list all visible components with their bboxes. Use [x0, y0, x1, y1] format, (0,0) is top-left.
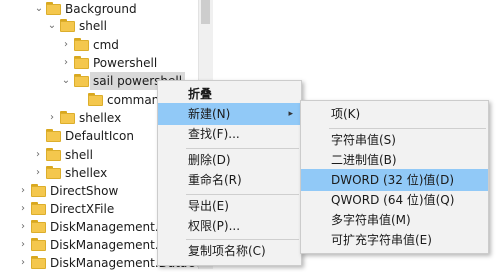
tree-item-label: Powershell [93, 56, 158, 70]
chevron-down-icon[interactable]: ⌄ [47, 17, 57, 35]
chevron-right-icon[interactable]: › [18, 200, 28, 218]
chevron-right-icon[interactable]: › [47, 109, 57, 127]
tree-item-label: DiskManagement.Co [50, 238, 175, 252]
folder-icon [60, 111, 76, 125]
submenu-item-qword-value[interactable]: QWORD (64 位)值(Q) [301, 189, 488, 211]
folder-icon [46, 2, 62, 16]
menu-item-new[interactable]: 新建(N) ▸ [158, 103, 301, 125]
folder-icon [31, 220, 47, 234]
submenu-item-string-value[interactable]: 字符串值(S) [301, 129, 488, 151]
chevron-right-icon[interactable]: › [18, 236, 28, 254]
folder-icon [31, 202, 47, 216]
menu-item-export[interactable]: 导出(E) [158, 195, 301, 217]
folder-icon [74, 56, 90, 70]
tree-item-label: DiskManagement.Co [50, 220, 175, 234]
menu-item-find[interactable]: 查找(F)... [158, 123, 301, 145]
submenu-item-dword-value[interactable]: DWORD (32 位)值(D) [301, 169, 488, 191]
tree-item-label: shellex [79, 111, 122, 125]
folder-icon [74, 74, 90, 88]
chevron-down-icon[interactable]: ⌄ [61, 72, 71, 90]
tree-item-powershell[interactable]: › Powershell [0, 54, 198, 72]
submenu-item-multi-string-value[interactable]: 多字符串值(M) [301, 209, 488, 231]
folder-icon [31, 184, 47, 198]
menu-item-copy-key-name[interactable]: 复制项名称(C) [158, 240, 301, 262]
menu-item-permissions[interactable]: 权限(P)... [158, 215, 301, 237]
folder-icon [31, 238, 47, 252]
context-menu: 折叠 新建(N) ▸ 查找(F)... 删除(D) 重命名(R) 导出(E) 权… [157, 80, 302, 266]
menu-item-label: 新建(N) [188, 107, 231, 121]
menu-item-collapse[interactable]: 折叠 [158, 83, 301, 105]
chevron-right-icon[interactable]: › [61, 54, 71, 72]
tree-item-label: shellex [65, 166, 108, 180]
chevron-right-icon[interactable]: › [33, 146, 43, 164]
chevron-right-icon[interactable]: › [33, 164, 43, 182]
tree-item-label: DirectShow [50, 184, 119, 198]
folder-icon [46, 129, 62, 143]
tree-item-label: DirectXFile [50, 202, 115, 216]
folder-icon [88, 93, 104, 107]
chevron-right-icon[interactable]: › [18, 254, 28, 272]
tree-item-label: shell [79, 19, 107, 33]
submenu-item-binary-value[interactable]: 二进制值(B) [301, 149, 488, 171]
folder-icon [60, 19, 76, 33]
folder-icon [31, 256, 47, 270]
tree-item-label: Background [65, 2, 137, 16]
folder-icon [74, 38, 90, 52]
chevron-down-icon[interactable]: ⌄ [34, 0, 44, 18]
submenu-arrow-icon: ▸ [288, 109, 293, 119]
menu-item-rename[interactable]: 重命名(R) [158, 169, 301, 191]
submenu-item-key[interactable]: 项(K) [301, 103, 488, 125]
tree-item-shell[interactable]: ⌄ shell [0, 17, 198, 35]
folder-icon [46, 166, 62, 180]
new-submenu: 项(K) 字符串值(S) 二进制值(B) DWORD (32 位)值(D) QW… [300, 100, 489, 254]
submenu-item-expandable-string-value[interactable]: 可扩充字符串值(E) [301, 229, 488, 251]
tree-item-label: DefaultIcon [65, 129, 134, 143]
tree-item-label: cmd [93, 38, 119, 52]
tree-item-cmd[interactable]: › cmd [0, 36, 198, 54]
chevron-right-icon[interactable]: › [18, 218, 28, 236]
folder-icon [46, 148, 62, 162]
scrollbar-thumb[interactable] [201, 0, 210, 24]
tree-item-background[interactable]: ⌄ Background [0, 0, 198, 18]
chevron-right-icon[interactable]: › [18, 182, 28, 200]
tree-item-label: shell [65, 148, 93, 162]
chevron-right-icon[interactable]: › [61, 36, 71, 54]
menu-item-delete[interactable]: 删除(D) [158, 149, 301, 171]
